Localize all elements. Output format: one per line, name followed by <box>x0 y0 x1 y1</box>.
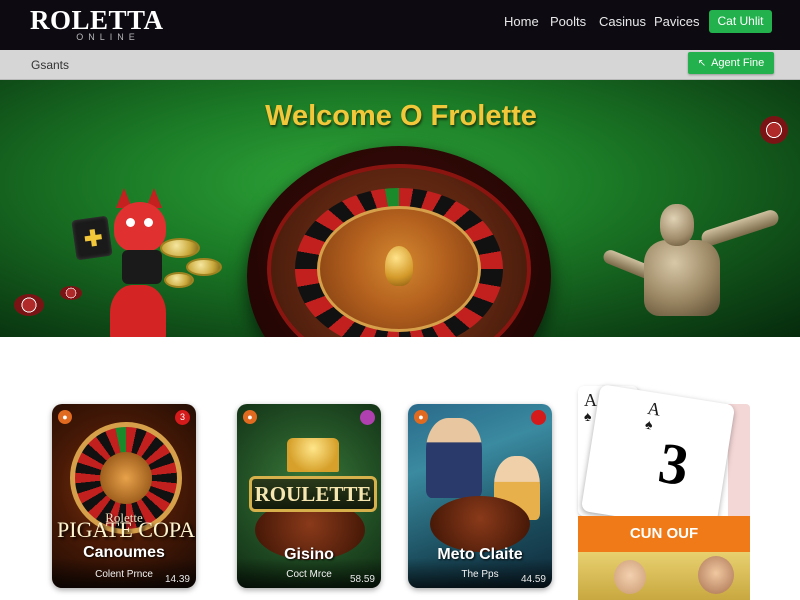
roulette-table <box>430 496 530 552</box>
coin-icon <box>160 238 200 258</box>
count-badge-icon <box>531 410 546 425</box>
spade-icon: ♠ <box>584 408 592 424</box>
count-badge: 3 <box>175 410 190 425</box>
spade-icon: ♠ <box>643 415 654 433</box>
chip-icon <box>60 286 82 300</box>
subbar-button-label: Agent Fine <box>711 57 765 69</box>
mascot-body <box>110 285 166 337</box>
card-number: 14.39 <box>164 574 190 585</box>
promo-button[interactable]: CUN OUF <box>578 516 750 552</box>
person-avatar <box>614 560 646 594</box>
subbar-label: Gsants <box>31 58 70 72</box>
person-avatar <box>698 556 734 594</box>
wheel-spindle <box>385 246 413 286</box>
card-big-title: PIGATE COPA <box>57 517 195 542</box>
sub-bar: Gsants ↖ Agent Fine <box>0 50 800 80</box>
mascot-head <box>114 202 166 252</box>
count-badge-icon <box>360 410 375 425</box>
crown-icon <box>287 438 339 472</box>
dealer-avatar <box>426 418 482 498</box>
dice-plus-icon: ✚ <box>82 224 105 252</box>
arrow-icon: ↖ <box>697 58 707 69</box>
playing-cards-promo[interactable]: A ♠ A ♠ 3 CUN OUF <box>578 384 750 600</box>
card-title: Canoumes <box>83 544 165 561</box>
chip-icon <box>760 116 788 144</box>
chip-icon <box>14 294 44 316</box>
statue-arm-right <box>699 208 781 248</box>
hero-title-text: Welcome O Frolette <box>265 100 537 132</box>
dice-icon: ✚ <box>71 215 113 261</box>
hot-badge-icon: ● <box>414 410 428 424</box>
nav-pavices[interactable]: Pavices <box>654 14 700 29</box>
nav-home[interactable]: Home <box>504 14 539 29</box>
header-cta-button[interactable]: Cat Uhlit <box>709 10 772 33</box>
nav-casinos[interactable]: Casinus <box>599 14 646 29</box>
wheel-center <box>100 452 152 504</box>
coin-icon <box>186 258 222 276</box>
card-number: 58.59 <box>349 574 375 585</box>
statue-head <box>660 204 694 246</box>
game-card-roulette-1[interactable]: ● 3 Rolette PIGATE COPA Canoumes Colent … <box>52 404 196 588</box>
hot-badge-icon: ● <box>58 410 72 424</box>
statue-torso <box>644 240 720 316</box>
game-card-roulette-2[interactable]: ROULETTE ● Gisino Coct Mrce 58.59 <box>237 404 381 588</box>
nav-pools[interactable]: Poolts <box>550 14 586 29</box>
mascot-eye-icon <box>126 218 135 227</box>
subbar-button[interactable]: ↖ Agent Fine <box>688 52 774 74</box>
card-title: Meto Claite <box>437 546 523 563</box>
logo-title: ROLETTA <box>30 5 164 35</box>
mascot-suit <box>122 250 162 284</box>
card-big-number: 3 <box>654 429 694 499</box>
hero-title: Welcome O Frolette <box>0 100 800 133</box>
roulette-sign: ROULETTE <box>249 476 377 512</box>
playing-card-front: A ♠ 3 <box>580 384 736 532</box>
card-number: 44.59 <box>520 574 546 585</box>
hot-badge-icon: ● <box>243 410 257 424</box>
roulette-wheel-icon <box>247 146 551 337</box>
hero-banner: Welcome O Frolette ✚ <box>0 80 800 337</box>
top-header: ROLETTA ONLINE Home Poolts Casinus Pavic… <box>0 0 800 50</box>
card-title: Gisino <box>284 546 334 563</box>
coin-icon <box>164 272 194 288</box>
game-card-live-dealer[interactable]: ● Meto Claite The Pps 44.59 <box>408 404 552 588</box>
mascot-eye-icon <box>144 218 153 227</box>
site-logo[interactable]: ROLETTA ONLINE <box>30 6 170 42</box>
